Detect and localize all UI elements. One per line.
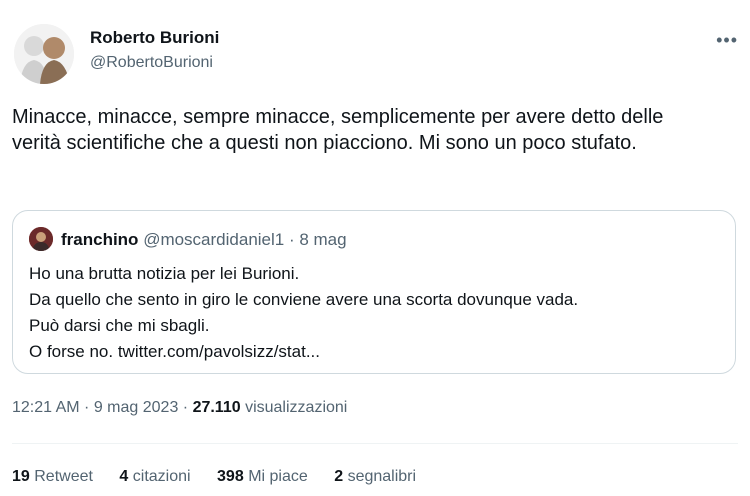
author-name[interactable]: Roberto Burioni [90, 28, 219, 48]
engagement-stats: 19 Retweet 4 citazioni 398 Mi piace 2 se… [12, 468, 438, 486]
quoted-tweet[interactable]: franchino @moscardidaniel1 · 8 mag Ho un… [12, 210, 736, 374]
quotes-stat[interactable]: 4 citazioni [119, 468, 190, 486]
tweet-metadata: 12:21 AM · 9 mag 2023 · 27.110 visualizz… [12, 399, 347, 417]
stat-label: citazioni [132, 468, 191, 485]
more-options-icon[interactable]: ••• [716, 30, 738, 51]
views-label: visualizzazioni [245, 399, 348, 416]
stat-label: Retweet [34, 468, 93, 485]
quoted-date[interactable]: 8 mag [299, 230, 346, 249]
meta-separator: · [79, 399, 94, 416]
quoted-author-handle[interactable]: @moscardidaniel1 [143, 230, 284, 249]
quoted-tweet-text: Ho una brutta notizia per lei Burioni. D… [29, 261, 719, 365]
quoted-line: Ho una brutta notizia per lei Burioni. [29, 264, 300, 283]
quoted-line: O forse no. twitter.com/pavolsizz/stat..… [29, 342, 320, 361]
quoted-tweet-header: franchino @moscardidaniel1 · 8 mag [61, 230, 347, 250]
stat-count: 2 [334, 468, 344, 485]
tweet-time[interactable]: 12:21 AM [12, 399, 80, 416]
author-avatar[interactable] [14, 24, 74, 84]
quoted-separator: · [284, 230, 300, 249]
quoted-line: Da quello che sento in giro le conviene … [29, 290, 579, 309]
bookmarks-stat[interactable]: 2 segnalibri [334, 468, 416, 486]
divider [12, 443, 738, 444]
retweets-stat[interactable]: 19 Retweet [12, 468, 93, 486]
stat-label: Mi piace [248, 468, 308, 485]
tweet-date[interactable]: 9 mag 2023 [94, 399, 179, 416]
meta-separator: · [178, 399, 193, 416]
stat-count: 19 [12, 468, 30, 485]
author-handle[interactable]: @RobertoBurioni [90, 54, 213, 72]
views-count: 27.110 [192, 399, 241, 416]
quoted-author-name[interactable]: franchino [61, 230, 138, 249]
quoted-line: Può darsi che mi sbagli. [29, 316, 210, 335]
stat-label: segnalibri [347, 468, 417, 485]
quoted-author-avatar[interactable] [29, 227, 53, 251]
likes-stat[interactable]: 398 Mi piace [217, 468, 308, 486]
tweet-header: Roberto Burioni @RobertoBurioni ••• [12, 18, 738, 84]
stat-count: 4 [119, 468, 129, 485]
tweet-text: Minacce, minacce, sempre minacce, sempli… [12, 106, 664, 154]
stat-count: 398 [217, 468, 244, 485]
